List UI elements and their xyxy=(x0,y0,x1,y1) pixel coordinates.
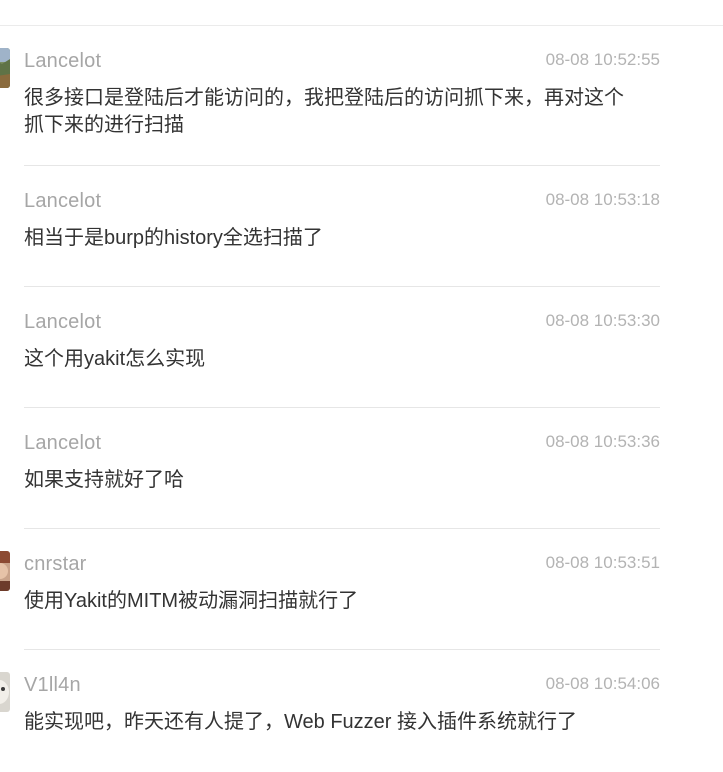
message-thread: Lancelot 08-08 10:52:55 很多接口是登陆后才能访问的，我把… xyxy=(0,26,723,771)
message-timestamp: 08-08 10:53:30 xyxy=(545,311,660,330)
message-text: 相当于是burp的history全选扫描了 xyxy=(24,227,323,249)
chat-message: Lancelot 08-08 10:52:55 很多接口是登陆后才能访问的，我把… xyxy=(0,26,723,166)
message-text: 如果支持就好了哈 xyxy=(24,469,184,491)
message-text: 很多接口是登陆后才能访问的，我把登陆后的访问抓下来，再对这个抓下来的进行扫描 xyxy=(24,87,624,136)
avatar[interactable] xyxy=(0,551,10,591)
message-timestamp: 08-08 10:53:51 xyxy=(545,553,660,572)
chat-message: Lancelot 08-08 10:53:18 相当于是burp的history… xyxy=(0,166,723,287)
chat-message: V1ll4n 08-08 10:54:06 能实现吧，昨天还有人提了，Web F… xyxy=(0,650,723,771)
message-author: Lancelot xyxy=(24,190,102,212)
message-timestamp: 08-08 10:52:55 xyxy=(545,50,660,69)
chat-message: Lancelot 08-08 10:53:30 这个用yakit怎么实现 xyxy=(0,287,723,408)
chat-message: Lancelot 08-08 10:53:36 如果支持就好了哈 xyxy=(0,408,723,529)
avatar[interactable] xyxy=(0,48,10,88)
message-text: 这个用yakit怎么实现 xyxy=(24,348,206,370)
message-author: V1ll4n xyxy=(24,674,81,696)
avatar[interactable] xyxy=(0,672,10,712)
message-author: Lancelot xyxy=(24,311,102,333)
chat-message: cnrstar 08-08 10:53:51 使用Yakit的MITM被动漏洞扫… xyxy=(0,529,723,650)
message-timestamp: 08-08 10:53:18 xyxy=(545,190,660,209)
message-author: Lancelot xyxy=(24,50,102,72)
message-author: cnrstar xyxy=(24,553,87,575)
message-text: 使用Yakit的MITM被动漏洞扫描就行了 xyxy=(24,590,359,612)
message-text: 能实现吧，昨天还有人提了，Web Fuzzer 接入插件系统就行了 xyxy=(24,711,577,733)
message-timestamp: 08-08 10:53:36 xyxy=(545,432,660,451)
message-author: Lancelot xyxy=(24,432,102,454)
message-timestamp: 08-08 10:54:06 xyxy=(545,674,660,693)
